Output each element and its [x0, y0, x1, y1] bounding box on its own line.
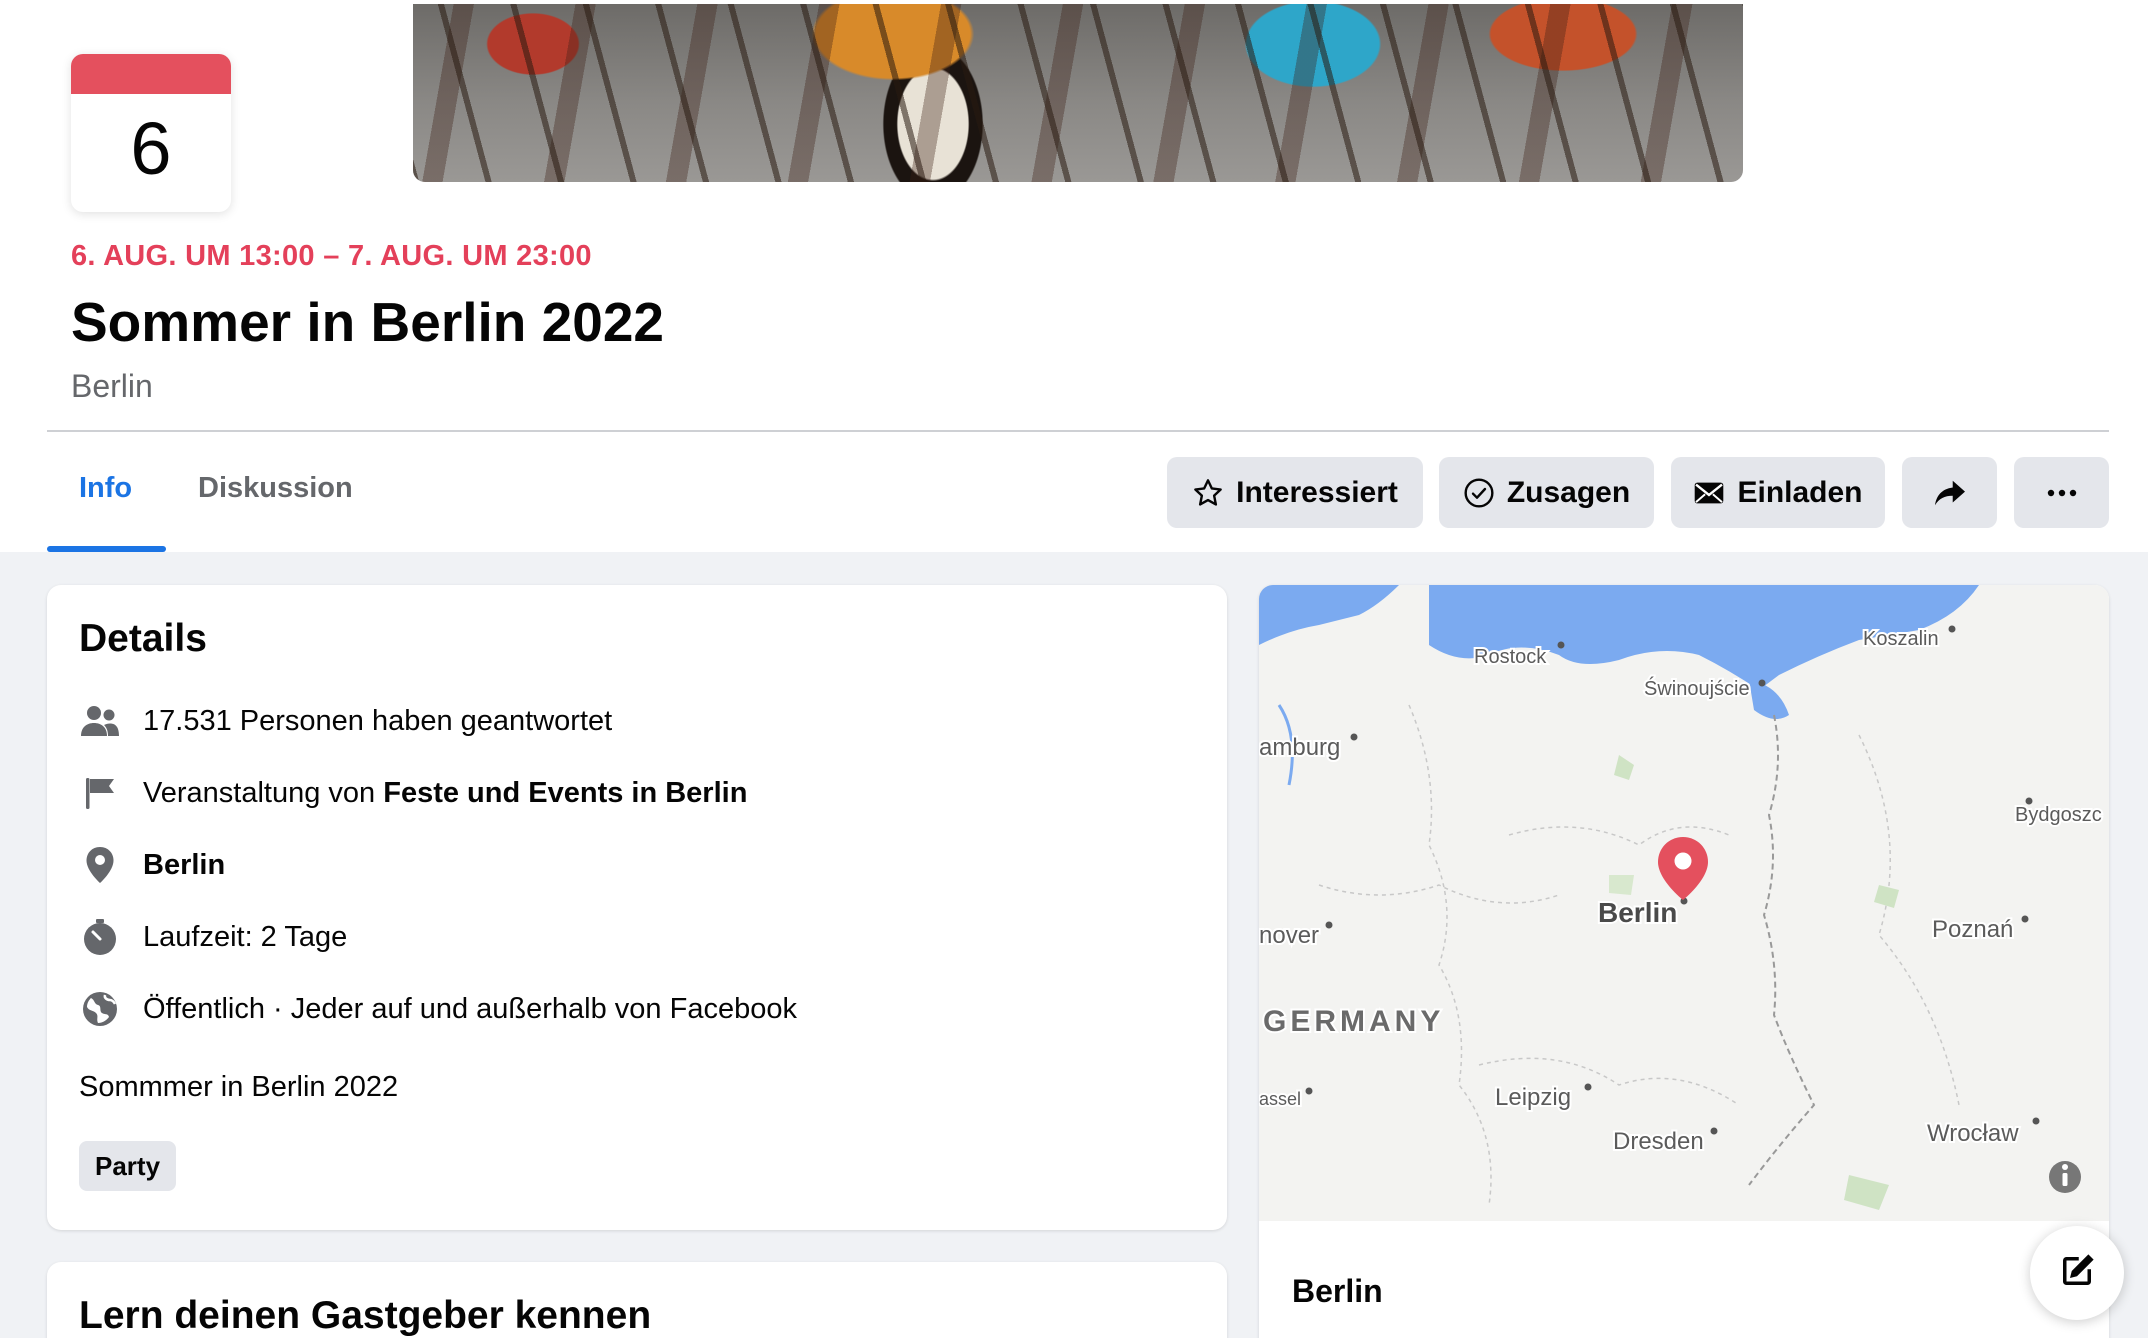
- map-label-dresden: Dresden: [1613, 1128, 1704, 1155]
- map-label-swinoujscie: Świnoujście: [1644, 676, 1750, 700]
- check-circle-icon: [1463, 477, 1495, 509]
- map-label-hamburg: amburg: [1259, 734, 1340, 761]
- map-card: Rostock Koszalin Świnoujście amburg Bydg…: [1259, 585, 2109, 1338]
- privacy-text: Öffentlich · Jeder auf und außerhalb von…: [143, 992, 797, 1025]
- map-label-bydgoszcz: Bydgoszc: [2015, 804, 2102, 826]
- map-label-kassel: assel: [1259, 1089, 1301, 1109]
- invite-button[interactable]: Einladen: [1671, 457, 1885, 528]
- tab-discussion[interactable]: Diskussion: [198, 472, 353, 505]
- header-divider: [47, 430, 2109, 432]
- event-date-range: 6. AUG. UM 13:00 – 7. AUG. UM 23:00: [71, 240, 592, 272]
- active-tab-indicator: [47, 546, 166, 552]
- calendar-day: 6: [130, 107, 172, 190]
- interested-button[interactable]: Interessiert: [1167, 457, 1423, 528]
- stopwatch-icon: [79, 916, 121, 958]
- organizer-row: Veranstaltung von Feste und Events in Be…: [79, 773, 747, 813]
- share-button[interactable]: [1902, 457, 1997, 528]
- compose-button[interactable]: [2030, 1226, 2124, 1320]
- host-card: Lern deinen Gastgeber kennen: [47, 1262, 1227, 1338]
- calendar-badge-top: [71, 54, 231, 94]
- calendar-badge: 6: [71, 54, 231, 212]
- event-location-subtitle[interactable]: Berlin: [71, 368, 153, 405]
- host-heading: Lern deinen Gastgeber kennen: [79, 1294, 652, 1337]
- globe-icon: [79, 988, 121, 1030]
- map-label-rostock: Rostock: [1474, 646, 1547, 668]
- place-link[interactable]: Berlin: [143, 849, 225, 882]
- map-label-poznan: Poznań: [1932, 916, 2013, 943]
- map-label-wroclaw: Wrocław: [1927, 1120, 2019, 1147]
- privacy-row: Öffentlich · Jeder auf und außerhalb von…: [79, 989, 797, 1029]
- responses-text: 17.531 Personen haben geantwortet: [143, 704, 613, 737]
- flag-icon: [79, 772, 121, 814]
- duration-row: Laufzeit: 2 Tage: [79, 917, 347, 957]
- map-pin-icon: [79, 844, 121, 886]
- map-label-hanover: nover: [1259, 922, 1319, 949]
- ellipsis-icon: [2047, 489, 2077, 497]
- map-info-icon[interactable]: [2049, 1161, 2081, 1193]
- more-options-button[interactable]: [2014, 457, 2109, 528]
- location-map[interactable]: Rostock Koszalin Świnoujście amburg Bydg…: [1259, 585, 2109, 1221]
- tab-info[interactable]: Info: [79, 472, 132, 505]
- edit-icon: [2056, 1250, 2098, 1297]
- envelope-icon: [1693, 480, 1725, 506]
- map-label-germany: GERMANY: [1263, 1005, 1444, 1038]
- organizer-prefix: Veranstaltung von: [143, 776, 384, 809]
- going-label: Zusagen: [1506, 475, 1631, 509]
- cover-photo[interactable]: [413, 4, 1743, 182]
- map-label-leipzig: Leipzig: [1495, 1084, 1571, 1111]
- details-card: Details 17.531 Personen haben geantworte…: [47, 585, 1227, 1230]
- event-title: Sommer in Berlin 2022: [71, 291, 665, 353]
- details-heading: Details: [79, 617, 207, 660]
- map-label-koszalin: Koszalin: [1863, 628, 1939, 650]
- star-icon: [1192, 477, 1224, 509]
- responses-row: 17.531 Personen haben geantwortet: [79, 701, 612, 741]
- invite-label: Einladen: [1737, 475, 1863, 509]
- duration-text: Laufzeit: 2 Tage: [143, 920, 348, 953]
- share-arrow-icon: [1933, 478, 1967, 508]
- going-button[interactable]: Zusagen: [1439, 457, 1654, 528]
- event-description: Sommmer in Berlin 2022: [79, 1071, 399, 1103]
- event-header: 6 6. AUG. UM 13:00 – 7. AUG. UM 23:00 So…: [0, 0, 2148, 552]
- map-city-name: Berlin: [1292, 1273, 1383, 1309]
- category-tag[interactable]: Party: [79, 1141, 177, 1191]
- organizer-link[interactable]: Feste und Events in Berlin: [383, 777, 747, 810]
- interested-label: Interessiert: [1236, 475, 1398, 509]
- people-icon: [79, 700, 121, 742]
- map-label-berlin: Berlin: [1598, 897, 1677, 928]
- place-row: Berlin: [79, 845, 225, 885]
